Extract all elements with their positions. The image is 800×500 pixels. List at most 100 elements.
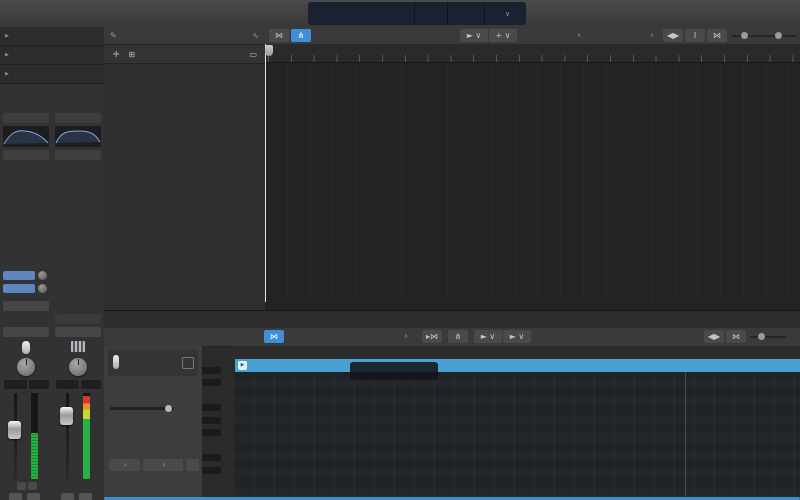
pan-knob[interactable] [17,358,35,376]
group-slot[interactable] [3,314,49,324]
editor-ruler[interactable] [235,346,800,360]
bounce-icon [71,341,85,352]
fader-cap[interactable] [60,407,73,425]
disclosure-triangle-icon: ▶ [5,33,9,39]
input-slot[interactable] [3,150,49,160]
send-slot[interactable] [3,284,35,293]
piano-key-black[interactable] [202,466,221,474]
stepper-icon[interactable]: ∧ [650,27,654,44]
vertical-zoom-slider[interactable] [750,333,786,340]
command-tool-menu[interactable]: + ∨ [489,29,517,42]
catch-playhead-icon[interactable]: ⋈ [269,29,289,42]
quantize-button[interactable] [186,459,199,471]
track-list-menubar: ✎ ∿ [104,27,265,45]
pointer-tool-menu[interactable]: ► ∨ [460,29,488,42]
region-lanes [265,62,800,302]
peak-value [81,380,101,389]
stepper-icon[interactable]: ∧ [404,328,408,346]
play-region-icon[interactable]: ▶ [238,361,247,370]
playhead[interactable] [265,44,266,302]
vertical-auto-zoom-icon[interactable]: I [685,29,705,42]
horizontal-auto-zoom-icon[interactable]: ⋈ [707,29,727,42]
command-tool-menu[interactable]: ► ∨ [503,330,531,343]
automation-curve-icon[interactable]: ∿ [252,31,259,40]
piano-key-black[interactable] [202,404,221,412]
stereo-format-button[interactable] [55,150,101,160]
track-inspector-header[interactable]: ▶ [0,65,104,84]
channel-strip-output [53,111,103,500]
bar-ruler[interactable] [265,44,800,63]
horizontal-zoom-slider[interactable] [761,32,797,39]
volume-value[interactable] [4,380,27,389]
inspector: ▶ ▶ ▶ [0,27,105,500]
piano-key-black[interactable] [202,416,221,424]
track-header-config-icon[interactable]: ▭ [249,50,257,59]
groups-inspector-header[interactable]: ▶ [0,46,104,65]
eq-thumbnail[interactable] [3,126,49,147]
pointer-tool-icon[interactable]: ✎ [110,31,117,40]
stepper-icon[interactable]: ∧ [577,27,581,44]
playhead-handle[interactable] [265,45,273,56]
send-slot[interactable] [3,271,35,280]
piano-key-black[interactable] [202,367,221,374]
flex-icon[interactable]: ⋈ [264,330,284,343]
waveform-zoom-icon[interactable]: ◀▶ [663,29,683,42]
track-list-actions: + ⊞ ▭ [104,45,265,64]
lcd-display[interactable]: ∨ [308,2,526,25]
mic-icon [22,341,30,354]
lcd-tempo[interactable] [415,2,448,25]
mic-icon [113,355,119,369]
send-knob[interactable] [38,284,47,293]
automation-mode-button[interactable] [3,327,49,337]
scale-root-select[interactable]: ∨ [109,459,140,471]
duplicate-track-button[interactable]: ⊞ [128,50,135,59]
pitch-correction-slider[interactable] [110,405,174,412]
track-list: ✎ ∿ + ⊞ ▭ [104,27,266,310]
group-slot[interactable] [55,314,101,324]
editor-region-bar[interactable]: ▶ [235,359,800,373]
chevron-down-icon[interactable]: ∨ [505,10,510,18]
volume-value[interactable] [56,380,79,389]
catch-playhead-icon[interactable]: ▸⋈ [422,330,442,343]
track-name-label [53,483,103,497]
tracks-area: ⋈ ⋔ ► ∨ + ∨ ∧ ∧ ◀▶ I ⋈ [265,27,800,310]
tracks-area-toolbar: ⋈ ⋔ ► ∨ + ∨ ∧ ∧ ◀▶ I ⋈ [265,27,800,45]
piano-key-black[interactable] [202,454,221,462]
track-name-label [1,483,51,497]
fader-track[interactable] [66,393,69,479]
lcd-key[interactable] [448,2,485,25]
strip-setting-button[interactable] [55,113,101,123]
region-inspector-header[interactable]: ▶ [0,27,104,46]
waveform-zoom-icon[interactable]: ◀▶ [704,330,724,343]
selection-info-box [108,350,198,376]
level-meter [83,393,90,479]
scale-type-select[interactable]: ∨ [143,459,183,471]
output-slot[interactable] [3,301,49,311]
ruler-ticks [268,55,800,62]
lcd-time-signature[interactable]: ∨ [485,2,525,25]
piano-key-black[interactable] [202,429,221,437]
pointer-tool-menu[interactable]: ► ∨ [474,330,502,343]
editor-pane: ⋈ ∧ ▸⋈ ⋔ ► ∨ ► ∨ ◀▶ ⋈ ∨ ∨ ▶ [104,310,800,500]
editor-toolbar: ⋈ ∧ ▸⋈ ⋔ ► ∨ ► ∨ ◀▶ ⋈ [104,328,800,347]
flex-mode-icon[interactable]: ⋔ [291,29,311,42]
add-track-button[interactable]: + [112,49,120,60]
fader-cap[interactable] [8,421,21,439]
automation-mode-button[interactable] [55,327,101,337]
scroll-in-play-icon[interactable]: ⋔ [448,330,468,343]
pan-knob[interactable] [69,358,87,376]
disclosure-triangle-icon: ▶ [5,52,9,58]
bar-line [685,372,686,496]
flex-pitch-canvas[interactable] [235,372,800,496]
grid [235,372,800,496]
disclosure-triangle-icon: ▶ [5,71,9,77]
editor-tab-bar [104,311,800,329]
strip-setting-button[interactable] [3,113,49,123]
send-knob[interactable] [38,271,47,280]
auto-zoom-icon[interactable]: ⋈ [726,330,746,343]
region-icon[interactable] [182,357,194,369]
lcd-position[interactable] [308,2,415,25]
peak-value [29,380,49,389]
eq-thumbnail[interactable] [55,126,101,147]
piano-key-black[interactable] [202,379,221,387]
